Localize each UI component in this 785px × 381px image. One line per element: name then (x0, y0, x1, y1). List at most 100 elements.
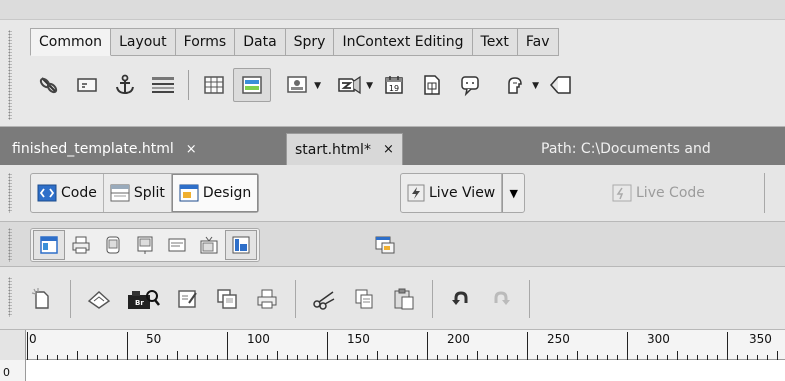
tab-incontext-editing[interactable]: InContext Editing (334, 28, 473, 56)
tab-forms[interactable]: Forms (175, 28, 236, 56)
live-view-dropdown[interactable]: ▼ (502, 174, 524, 212)
tv-media-icon (200, 236, 218, 254)
horizontal-rule-icon (152, 77, 174, 93)
insert-panel-grip[interactable] (8, 30, 12, 120)
view-mode-group: Code Split Design (30, 173, 260, 213)
doc-tab-start[interactable]: start.html* × (286, 133, 403, 165)
print-media-button[interactable] (65, 230, 97, 260)
lightning-icon (407, 184, 425, 202)
screen-media-button[interactable] (33, 230, 65, 260)
tv-media-button[interactable] (193, 230, 225, 260)
images-dropdown-arrow[interactable]: ▼ (314, 81, 321, 91)
toggle-css-styles-button[interactable] (225, 230, 257, 260)
head-button[interactable]: ▼ (489, 68, 541, 102)
print-code-icon (257, 289, 277, 309)
table-button[interactable] (195, 68, 233, 102)
top-strip (0, 0, 785, 20)
horizontal-rule-button[interactable] (144, 68, 182, 102)
tab-favorites[interactable]: Fav (517, 28, 559, 56)
design-time-stylesheets-button[interactable] (365, 228, 405, 262)
media-icon (338, 75, 361, 95)
toolbar-separator (432, 280, 433, 318)
live-code-button[interactable]: Live Code (606, 174, 711, 212)
doc-tab-finished-template[interactable]: finished_template.html × (4, 133, 205, 165)
design-view-button[interactable]: Design (171, 174, 259, 212)
email-link-button[interactable] (68, 68, 106, 102)
tab-layout[interactable]: Layout (111, 28, 176, 56)
toolbar-separator (188, 70, 189, 100)
tab-data[interactable]: Data (235, 28, 286, 56)
style-rendering-toolbar (0, 222, 785, 267)
media-button[interactable]: ▼ (323, 68, 375, 102)
tab-spry[interactable]: Spry (285, 28, 335, 56)
images-button[interactable]: ▼ (271, 68, 323, 102)
paste-button[interactable] (384, 279, 424, 319)
comment-button[interactable] (451, 68, 489, 102)
browse-in-bridge-button[interactable]: Br (119, 279, 167, 319)
projection-media-button[interactable] (129, 230, 161, 260)
ruler-label-0: 0 (29, 332, 37, 346)
save-all-button[interactable] (207, 279, 247, 319)
toolbar-separator (764, 173, 765, 213)
insert-panel: Common Layout Forms Data Spry InContext … (0, 20, 785, 127)
tab-common[interactable]: Common (30, 28, 112, 56)
split-view-label: Split (133, 185, 165, 201)
chevron-down-icon: ▼ (509, 186, 518, 200)
undo-button[interactable] (441, 279, 481, 319)
cut-icon (313, 291, 335, 310)
hyperlink-icon (39, 77, 58, 94)
save-all-icon (217, 289, 237, 309)
standard-buttons: Br (22, 279, 538, 319)
style-toolbar-grip[interactable] (8, 228, 12, 262)
close-icon[interactable]: × (186, 142, 197, 157)
horizontal-ruler[interactable]: 0 50 100 150 200 250 300 350 (0, 330, 785, 360)
document-toolbar-grip[interactable] (8, 173, 12, 213)
date-icon: 19 (385, 76, 403, 94)
copy-button[interactable] (344, 279, 384, 319)
handheld-media-icon (106, 236, 120, 254)
named-anchor-button[interactable] (106, 68, 144, 102)
cut-button[interactable] (304, 279, 344, 319)
live-code-label: Live Code (636, 185, 705, 201)
document-canvas[interactable]: 0 (0, 360, 785, 381)
document-path: Path: C:\Documents and (541, 141, 711, 157)
open-button[interactable] (79, 279, 119, 319)
tty-media-icon (168, 238, 186, 252)
named-anchor-icon (116, 74, 134, 95)
media-dropdown-arrow[interactable]: ▼ (366, 81, 373, 91)
split-view-button[interactable]: Split (104, 174, 172, 212)
design-view-label: Design (202, 185, 252, 201)
close-icon[interactable]: × (383, 142, 394, 157)
design-view-icon (179, 184, 199, 202)
live-view-group: Live View ▼ (400, 173, 526, 213)
insert-div-icon (242, 76, 262, 94)
copy-icon (355, 289, 373, 309)
insert-category-tabs: Common Layout Forms Data Spry InContext … (30, 28, 559, 56)
script-icon (550, 76, 571, 94)
tty-media-button[interactable] (161, 230, 193, 260)
document-tabs-bar: finished_template.html × start.html* × P… (0, 127, 785, 165)
handheld-media-button[interactable] (97, 230, 129, 260)
hyperlink-button[interactable] (30, 68, 68, 102)
head-dropdown-arrow[interactable]: ▼ (532, 81, 539, 91)
head-icon (508, 77, 522, 94)
vertical-ruler[interactable]: 0 (0, 360, 26, 381)
tab-text[interactable]: Text (472, 28, 518, 56)
print-code-button[interactable] (247, 279, 287, 319)
ruler-label-300: 300 (647, 332, 670, 346)
insert-div-button[interactable] (233, 68, 271, 102)
design-time-stylesheets-icon (375, 236, 395, 254)
standard-toolbar-grip[interactable] (8, 277, 12, 317)
script-button[interactable] (541, 68, 579, 102)
live-code-icon (612, 184, 632, 202)
redo-button[interactable] (481, 279, 521, 319)
server-side-include-button[interactable] (413, 68, 451, 102)
images-icon (287, 76, 307, 93)
svg-text:Br: Br (135, 299, 144, 307)
save-button[interactable] (167, 279, 207, 319)
new-document-button[interactable] (22, 279, 62, 319)
date-button[interactable]: 19 (375, 68, 413, 102)
code-view-button[interactable]: Code (31, 174, 104, 212)
live-view-button[interactable]: Live View (401, 174, 503, 212)
redo-icon (494, 291, 510, 305)
